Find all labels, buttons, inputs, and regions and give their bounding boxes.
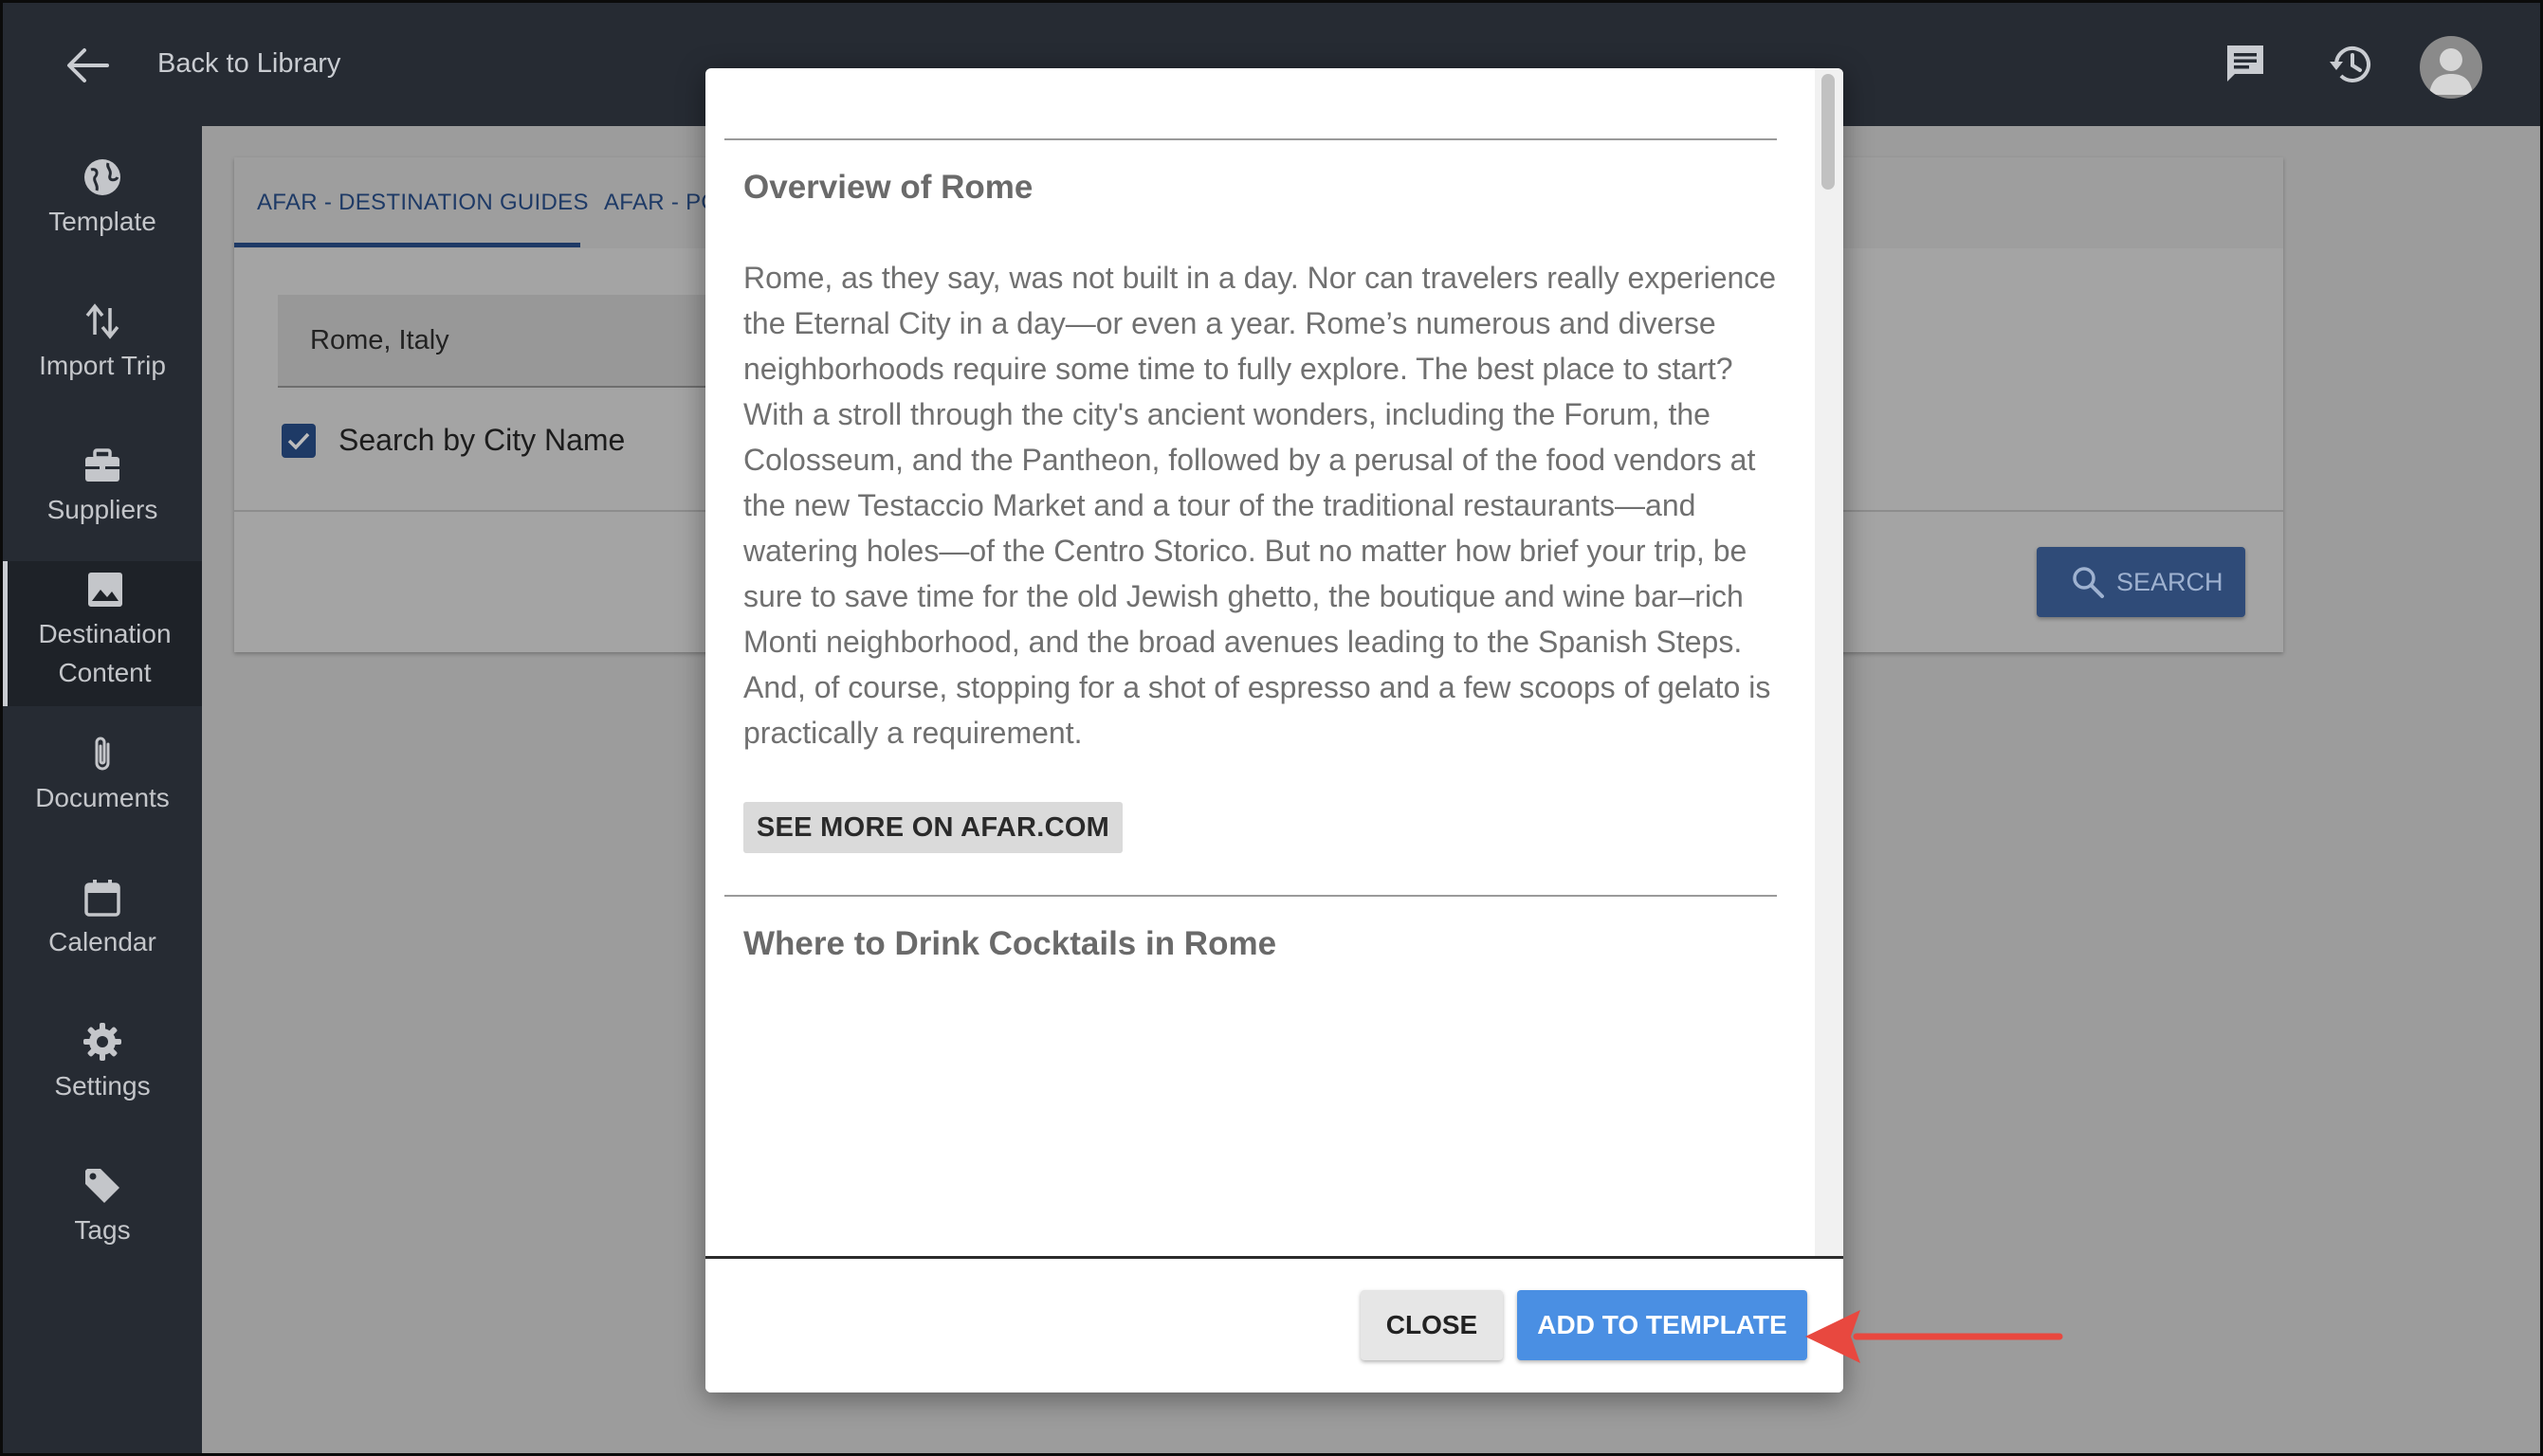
section-title-cocktails: Where to Drink Cocktails in Rome	[743, 925, 1277, 962]
chat-icon[interactable]	[2222, 41, 2269, 88]
briefcase-icon	[85, 448, 119, 482]
sidebar-item-label: Tags	[74, 1215, 131, 1245]
overview-line: watering holes—of the Centro Storico. Bu…	[743, 534, 1747, 568]
history-icon[interactable]	[2328, 41, 2375, 88]
sidebar-item-label: Suppliers	[46, 495, 158, 524]
sidebar-item-tags[interactable]: Tags	[3, 1165, 202, 1249]
search-by-city-checkbox[interactable]	[282, 424, 316, 458]
active-tab-indicator	[234, 243, 580, 247]
app-window: Back to Library Template Import Trip Sup…	[0, 0, 2543, 1456]
destination-content-modal: Overview of Rome Rome, as they say, was …	[705, 68, 1843, 1392]
see-more-afar-button[interactable]: SEE MORE ON AFAR.COM	[743, 802, 1123, 853]
overview-line: the Eternal City in a day—or even a year…	[743, 306, 1716, 340]
user-silhouette-icon	[2429, 48, 2473, 95]
overview-line: Rome, as they say, was not built in a da…	[743, 261, 1777, 295]
search-button-label: SEARCH	[2116, 568, 2223, 596]
overview-line: neighborhoods require some time to fully…	[743, 352, 1733, 386]
overview-line: With a stroll through the city's ancient…	[743, 397, 1711, 431]
overview-line: And, of course, stopping for a shot of e…	[743, 670, 1771, 704]
globe-icon	[84, 159, 120, 195]
overview-line: sure to save time for the old Jewish ghe…	[743, 579, 1744, 613]
overview-line: Monti neighborhood, and the broad avenue…	[743, 625, 1743, 659]
sidebar-item-import-trip[interactable]: Import Trip	[3, 300, 202, 385]
modal-scroll-area[interactable]: Overview of Rome Rome, as they say, was …	[705, 68, 1843, 1256]
avatar[interactable]	[2420, 36, 2482, 99]
sidebar-item-settings[interactable]: Settings	[3, 1021, 202, 1105]
sidebar-item-documents[interactable]: Documents	[3, 733, 202, 817]
overview-line: Colosseum, and the Pantheon, followed by…	[743, 443, 1756, 477]
add-to-template-button[interactable]: ADD TO TEMPLATE	[1517, 1290, 1807, 1360]
section-divider	[724, 895, 1777, 897]
sidebar-item-label: Settings	[54, 1071, 151, 1101]
sidebar-item-label: Documents	[35, 783, 170, 812]
sidebar-item-destination-content[interactable]: Destination Content	[3, 561, 202, 706]
back-to-library-link[interactable]: Back to Library	[157, 48, 340, 80]
overview-line: practically a requirement.	[743, 716, 1083, 750]
sidebar-item-label: Calendar	[48, 927, 156, 956]
city-input-value: Rome, Italy	[310, 325, 449, 355]
overview-line: the new Testaccio Market and a tour of t…	[743, 488, 1696, 522]
tag-icon	[85, 1169, 119, 1203]
sidebar-item-label: Template	[48, 207, 156, 236]
sidebar-item-template[interactable]: Template	[3, 156, 202, 241]
sidebar-nav: Template Import Trip Suppliers Destinati…	[3, 126, 202, 1453]
close-button[interactable]: CLOSE	[1361, 1290, 1503, 1360]
sidebar-item-label: Content	[58, 658, 152, 687]
sidebar-item-label: Destination	[38, 619, 172, 648]
tab-afar-destination-guides[interactable]: AFAR - DESTINATION GUIDES	[257, 190, 589, 216]
paperclip-icon	[95, 737, 110, 771]
sidebar-item-label: Import Trip	[39, 351, 166, 380]
checkmark-icon	[287, 432, 310, 450]
scrollbar-thumb[interactable]	[1821, 74, 1835, 190]
import-arrows-icon	[85, 303, 119, 339]
section-title-overview: Overview of Rome	[743, 169, 1034, 206]
tab-afar-po[interactable]: AFAR - PO	[604, 190, 719, 216]
search-button[interactable]: SEARCH	[2037, 547, 2245, 617]
back-arrow-icon[interactable]	[64, 45, 111, 86]
search-by-city-label: Search by City Name	[338, 423, 626, 457]
scrollbar-track[interactable]	[1815, 68, 1843, 1256]
section-divider	[724, 138, 1777, 140]
image-icon	[87, 573, 122, 607]
gear-icon	[83, 1023, 121, 1061]
annotation-arrow-icon	[1805, 1310, 2063, 1363]
search-icon	[2073, 567, 2104, 598]
calendar-icon	[84, 880, 120, 917]
sidebar-item-calendar[interactable]: Calendar	[3, 877, 202, 961]
overview-body-text: Rome, as they say, was not built in a da…	[743, 255, 1801, 755]
sidebar-item-suppliers[interactable]: Suppliers	[3, 445, 202, 529]
